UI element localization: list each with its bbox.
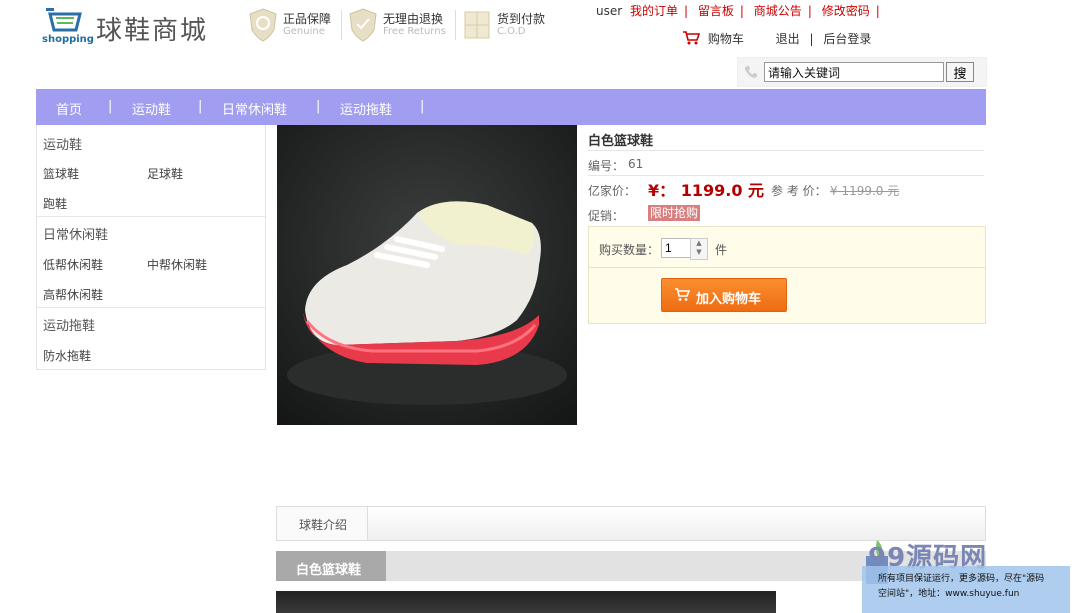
separator: | (807, 4, 812, 18)
product-price: ¥： 1199.0 元 (648, 181, 765, 200)
link-change-password[interactable]: 修改密码 (822, 4, 870, 18)
store-logo[interactable]: shopping 球鞋商城 (40, 4, 220, 46)
link-my-orders[interactable]: 我的订单 (630, 4, 678, 18)
add-to-cart-button[interactable]: 加入购物车 (661, 278, 787, 312)
tab-intro-label: 球鞋介绍 (299, 518, 348, 532)
cart-icon (675, 288, 690, 301)
category-sidebar: 运动鞋 篮球鞋 足球鞋 跑鞋 日常休闲鞋 低帮休闲鞋 中帮休闲鞋 高帮休闲鞋 运… (36, 125, 266, 370)
reference-price: ¥ 1199.0 元 (830, 184, 900, 198)
nav-casual-shoes[interactable]: 日常休闲鞋 (222, 99, 287, 118)
guarantee-title: 正品保障 (283, 12, 332, 26)
nav-separator: | (316, 99, 321, 114)
divider (37, 307, 265, 308)
guarantee-subtitle: Free Returns (383, 26, 446, 37)
divider (588, 150, 984, 151)
link-announcements[interactable]: 商城公告 (754, 4, 802, 18)
search-input[interactable] (764, 62, 944, 82)
price-label: 亿家价： (588, 184, 637, 198)
nav-separator: | (198, 99, 203, 114)
guarantee-title: 货到付款 (497, 12, 546, 26)
quantity-input[interactable] (661, 238, 691, 258)
username: user (596, 4, 623, 18)
nav-home[interactable]: 首页 (56, 99, 82, 118)
search-bar: 搜 (737, 57, 987, 87)
divider (589, 267, 985, 268)
reference-price-label: 参 考 价： (771, 184, 827, 198)
nav-sports-shoes[interactable]: 运动鞋 (132, 99, 171, 118)
guarantee-cod: 货到付款 C.O.D (463, 8, 558, 44)
divider (455, 10, 456, 40)
nav-sports-slippers[interactable]: 运动拖鞋 (340, 99, 392, 118)
guarantee-returns: 无理由退换 Free Returns (349, 8, 454, 44)
quantity-unit: 件 (715, 243, 728, 257)
cart-link[interactable]: 购物车 (708, 32, 744, 46)
category-title[interactable]: 运动鞋 (43, 134, 82, 153)
category-item[interactable]: 防水拖鞋 (43, 347, 91, 364)
watermark-line: 所有项目保证运行，更多源码，尽在"源码 (878, 574, 1045, 584)
watermark-note: 所有项目保证运行，更多源码，尽在"源码 空间站"，地址：www.shuyue.f… (862, 566, 1070, 613)
category-title[interactable]: 日常休闲鞋 (43, 224, 108, 243)
product-image[interactable] (277, 125, 577, 425)
search-button[interactable]: 搜 (946, 62, 974, 82)
detail-image (276, 591, 776, 613)
category-item[interactable]: 篮球鞋 (43, 165, 79, 182)
user-links: user 我的订单 | 留言板 | 商城公告 | 修改密码 | (596, 2, 886, 19)
product-title: 白色篮球鞋 (588, 134, 654, 149)
tab-intro[interactable]: 球鞋介绍 (277, 507, 368, 540)
genuine-shield-icon (249, 8, 277, 42)
nav-separator: | (420, 99, 425, 114)
product-id-value: 61 (628, 157, 644, 171)
guarantee-genuine: 正品保障 Genuine (249, 8, 344, 44)
promotion-label: 促销： (588, 209, 625, 223)
section-tab: 白色篮球鞋 (276, 551, 386, 581)
phone-icon (745, 66, 757, 78)
separator: | (809, 32, 814, 46)
link-guestbook[interactable]: 留言板 (698, 4, 734, 18)
separator: | (875, 4, 880, 18)
detail-tabbar: 球鞋介绍 (276, 506, 986, 541)
separator: | (739, 4, 744, 18)
logout-link[interactable]: 退出 (776, 32, 800, 46)
category-item[interactable]: 足球鞋 (147, 165, 183, 182)
add-to-cart-label: 加入购物车 (696, 291, 762, 306)
purchase-box: 购买数量： ▲▼ 件 加入购物车 (588, 226, 986, 324)
guarantee-subtitle: C.O.D (497, 26, 526, 37)
guarantee-title: 无理由退换 (383, 12, 444, 26)
separator: | (684, 4, 689, 18)
section-title: 白色篮球鞋 (296, 563, 362, 578)
category-item[interactable]: 中帮休闲鞋 (147, 256, 207, 273)
account-links: 购物车 退出 | 后台登录 (682, 30, 871, 47)
cod-box-icon (464, 11, 490, 39)
admin-login-link[interactable]: 后台登录 (823, 32, 871, 46)
divider (588, 175, 984, 176)
promotion-badge: 限时抢购 (648, 205, 701, 221)
quantity-label: 购买数量： (599, 243, 660, 257)
cart-icon[interactable] (682, 31, 701, 45)
logo-word: shopping (42, 34, 94, 45)
quantity-stepper[interactable]: ▲ ▼ (690, 238, 708, 260)
product-id-label: 编号： (588, 159, 625, 173)
divider (37, 216, 265, 217)
store-name: 球鞋商城 (96, 16, 209, 46)
returns-shield-icon (349, 8, 377, 42)
category-item[interactable]: 高帮休闲鞋 (43, 286, 103, 303)
category-title[interactable]: 运动拖鞋 (43, 315, 95, 334)
category-item[interactable]: 跑鞋 (43, 195, 67, 212)
main-nav: 首页 | 运动鞋 | 日常休闲鞋 | 运动拖鞋 | (36, 89, 986, 125)
divider (341, 10, 342, 40)
guarantee-subtitle: Genuine (283, 26, 325, 37)
nav-separator: | (108, 99, 113, 114)
watermark-line: 空间站"，地址：www.shuyue.fun (878, 589, 1020, 599)
category-item[interactable]: 低帮休闲鞋 (43, 256, 103, 273)
